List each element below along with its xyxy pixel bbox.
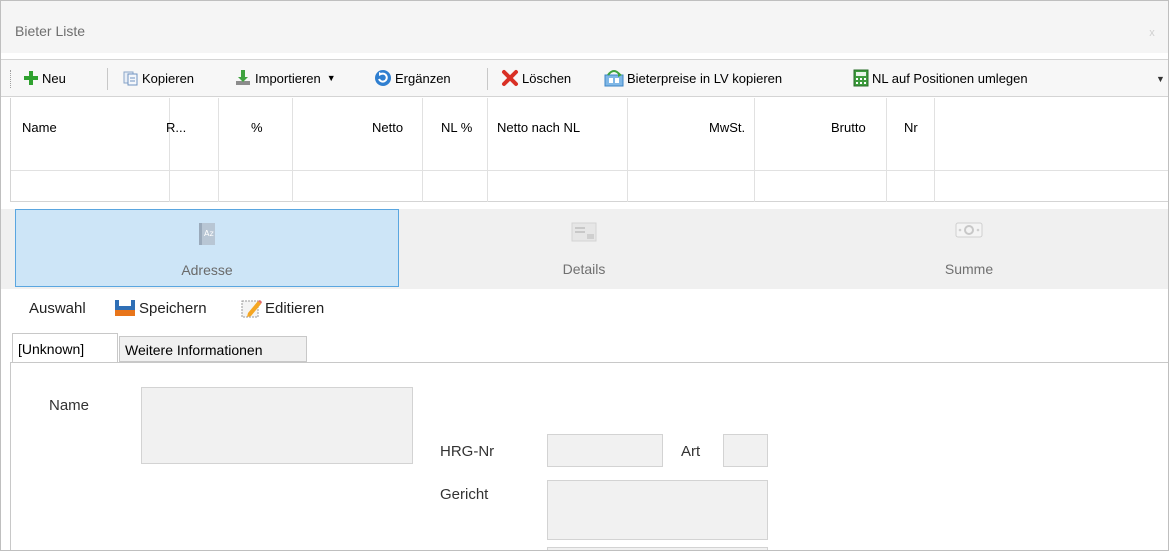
tab-weitere-informationen-label: Weitere Informationen: [125, 342, 263, 358]
speichern-button[interactable]: Speichern: [114, 297, 207, 319]
hrg-nr-label: HRG-Nr: [440, 443, 495, 460]
chevron-down-icon: ▼: [326, 73, 336, 83]
toolbar-grip[interactable]: [10, 70, 12, 88]
loeschen-label: Löschen: [522, 70, 572, 86]
calculator-icon: [853, 69, 869, 87]
kopieren-label: Kopieren: [142, 70, 195, 86]
gericht-label: Gericht: [440, 486, 489, 503]
column-header-netto[interactable]: Netto: [372, 120, 403, 135]
column-header-name[interactable]: Name: [22, 120, 57, 135]
navigation-bar: Az Adresse Details Summe: [1, 209, 1168, 289]
toolbar-overflow-icon[interactable]: ▼: [1156, 74, 1165, 84]
nl-auf-positionen-label: NL auf Positionen umlegen: [872, 70, 1028, 86]
tab-unknown[interactable]: [Unknown]: [12, 333, 118, 363]
editieren-button[interactable]: Editieren: [240, 297, 324, 319]
plus-icon: [24, 71, 38, 85]
nav-item-summe[interactable]: Summe: [769, 209, 1168, 287]
tab-panel: Name HRG-Nr Art Gericht: [10, 362, 1168, 550]
column-header-brutto[interactable]: Brutto: [831, 120, 866, 135]
nav-item-adresse[interactable]: Az Adresse: [15, 209, 399, 287]
name-field[interactable]: [141, 387, 413, 464]
ergaenzen-button[interactable]: Ergänzen: [374, 66, 451, 90]
refresh-icon: [375, 70, 391, 86]
bieter-grid[interactable]: Name R... % Netto NL % Netto nach NL MwS…: [10, 98, 1168, 202]
grid-header: Name R... % Netto NL % Netto nach NL MwS…: [11, 98, 1168, 142]
grid-row-divider: [11, 170, 1168, 171]
column-header-nr[interactable]: Nr: [904, 120, 918, 135]
importieren-label: Importieren: [255, 70, 321, 86]
copy-icon: [123, 71, 138, 86]
column-header-rabatt[interactable]: R...: [166, 120, 186, 135]
close-icon[interactable]: x: [1142, 23, 1162, 43]
address-book-icon: Az: [199, 223, 215, 245]
tab-weitere-informationen[interactable]: Weitere Informationen: [119, 336, 307, 362]
column-header-netto-nach-nl[interactable]: Netto nach NL: [497, 120, 580, 135]
svg-text:Az: Az: [204, 229, 214, 238]
bieterpreise-label: Bieterpreise in LV kopieren: [627, 70, 783, 86]
import-icon: [236, 70, 250, 85]
main-toolbar: Neu Kopieren Importieren ▼ Ergänzen Lösc…: [1, 59, 1168, 97]
transfer-prices-icon: [604, 70, 624, 87]
delete-icon: [502, 70, 518, 86]
column-header-percent[interactable]: %: [251, 120, 263, 135]
nav-label-adresse: Adresse: [181, 262, 233, 278]
detail-toolbar: Auswahl Speichern Editieren: [1, 291, 1168, 327]
toolbar-separator: [107, 68, 108, 90]
kopieren-button[interactable]: Kopieren: [123, 66, 194, 90]
art-field[interactable]: [723, 434, 768, 467]
bieter-liste-window: Bieter Liste x Neu Kopieren Importieren …: [0, 0, 1169, 551]
detail-tabs: Weitere Informationen [Unknown]: [1, 333, 1168, 363]
nav-label-details: Details: [562, 261, 606, 277]
art-label: Art: [681, 443, 701, 460]
gericht-field[interactable]: [547, 480, 768, 540]
neu-button[interactable]: Neu: [23, 66, 66, 90]
toolbar-separator: [487, 68, 488, 90]
save-icon: [115, 300, 135, 316]
details-card-icon: [571, 222, 597, 242]
loeschen-button[interactable]: Löschen: [501, 66, 571, 90]
edit-icon: [241, 300, 262, 318]
nav-label-summe: Summe: [944, 261, 994, 277]
tab-unknown-label: [Unknown]: [18, 341, 85, 357]
column-header-nl-percent[interactable]: NL %: [441, 120, 472, 135]
neu-label: Neu: [42, 70, 66, 86]
name-label: Name: [49, 397, 90, 414]
window-title: Bieter Liste: [15, 23, 86, 39]
nl-auf-positionen-button[interactable]: NL auf Positionen umlegen: [853, 66, 1028, 90]
money-icon: [955, 222, 983, 238]
title-bar: Bieter Liste x: [1, 1, 1168, 53]
additional-field[interactable]: [547, 547, 768, 550]
bieterpreise-button[interactable]: Bieterpreise in LV kopieren: [604, 66, 782, 90]
hrg-nr-field[interactable]: [547, 434, 663, 467]
editieren-label: Editieren: [265, 299, 325, 317]
column-header-mwst[interactable]: MwSt.: [709, 120, 745, 135]
ergaenzen-label: Ergänzen: [395, 70, 451, 86]
auswahl-label: Auswahl: [29, 299, 86, 317]
auswahl-button[interactable]: Auswahl: [29, 297, 86, 319]
speichern-label: Speichern: [139, 299, 207, 317]
nav-item-details[interactable]: Details: [399, 209, 769, 287]
importieren-dropdown[interactable]: Importieren ▼: [234, 66, 336, 90]
